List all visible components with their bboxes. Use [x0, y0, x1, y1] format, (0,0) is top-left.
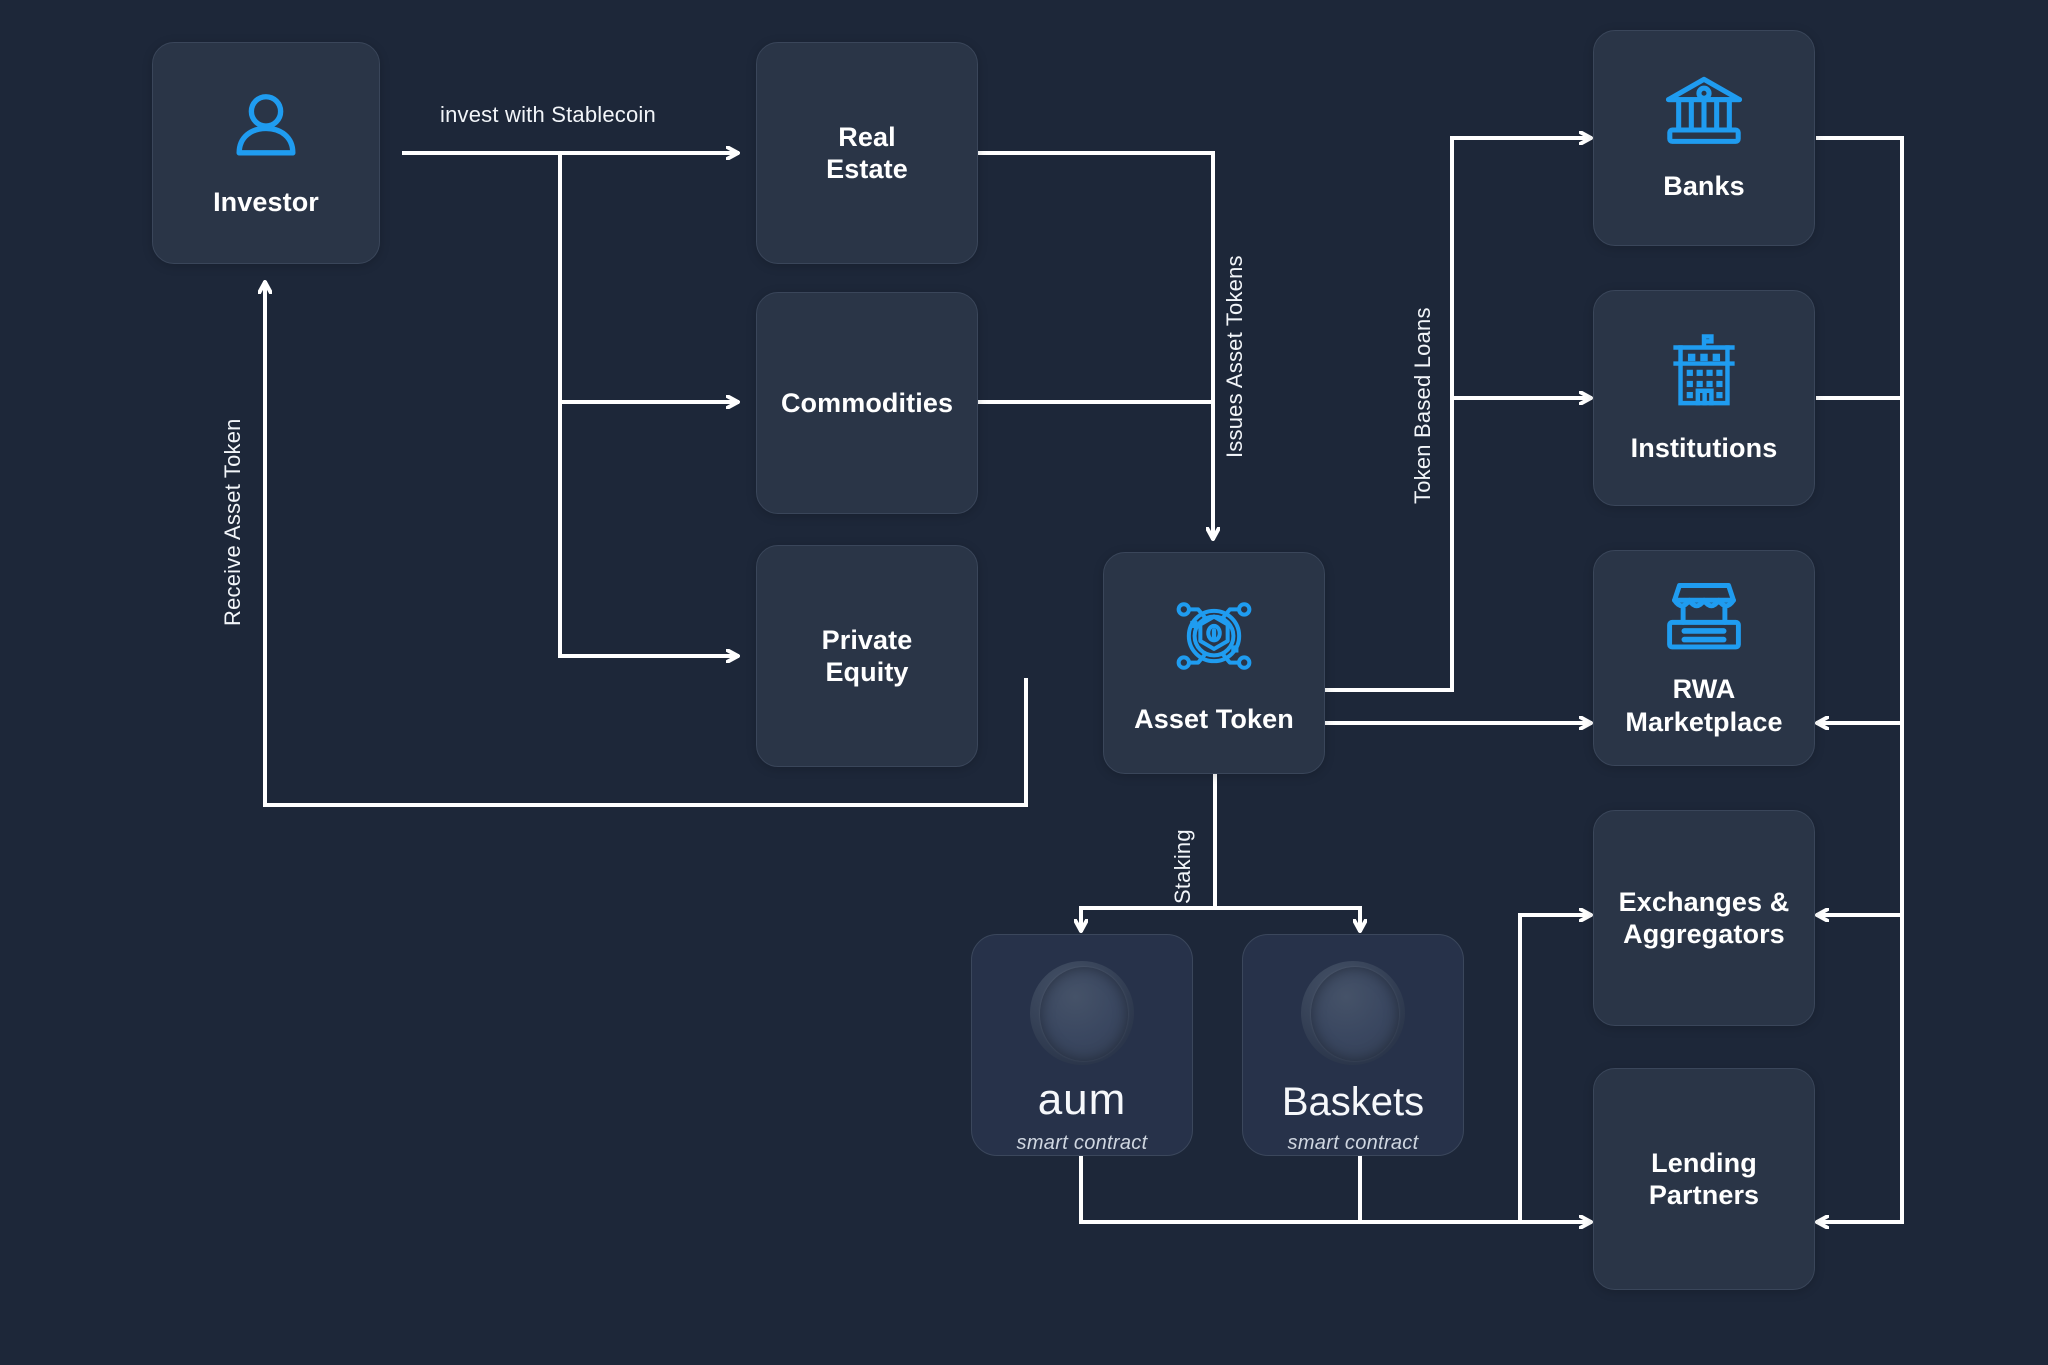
node-investor[interactable]: Investor [152, 42, 380, 264]
node-real-estate[interactable]: Real Estate [756, 42, 978, 264]
diagram-canvas: Investor Real Estate Commodities Private… [0, 0, 2048, 1365]
node-commodities[interactable]: Commodities [756, 292, 978, 514]
edge-label-invest-with-stablecoin: invest with Stablecoin [440, 102, 656, 127]
node-banks[interactable]: Banks [1593, 30, 1815, 246]
node-aum-smart-contract[interactable]: aum smart contract [971, 934, 1193, 1156]
node-private-equity-label: Private Equity [821, 624, 913, 687]
node-institutions-label: Institutions [1630, 433, 1778, 464]
marketplace-icon [1661, 578, 1747, 657]
user-icon [227, 87, 305, 170]
aum-name: aum [1037, 1075, 1127, 1124]
node-commodities-label: Commodities [780, 387, 954, 418]
node-baskets-smart-contract[interactable]: Baskets smart contract [1242, 934, 1464, 1156]
node-banks-label: Banks [1663, 171, 1745, 202]
institution-icon [1662, 331, 1746, 416]
baskets-name: Baskets [1281, 1080, 1425, 1124]
node-asset-token[interactable]: Asset Token [1103, 552, 1325, 774]
edge-label-staking: Staking [1170, 829, 1195, 904]
edge-label-issues-asset-tokens: Issues Asset Tokens [1222, 255, 1247, 458]
orb-icon [1030, 961, 1134, 1065]
aum-subtitle: smart contract [1016, 1132, 1148, 1154]
edge-label-receive-asset-token: Receive Asset Token [220, 418, 245, 626]
edge-label-token-based-loans: Token Based Loans [1410, 307, 1435, 504]
node-exchanges-label: Exchanges & Aggregators [1618, 886, 1790, 949]
node-exchanges-aggregators[interactable]: Exchanges & Aggregators [1593, 810, 1815, 1026]
node-rwa-marketplace[interactable]: RWA Marketplace [1593, 550, 1815, 766]
baskets-subtitle: smart contract [1287, 1132, 1419, 1154]
node-asset-token-label: Asset Token [1134, 704, 1294, 735]
bank-icon [1662, 73, 1746, 154]
node-private-equity[interactable]: Private Equity [756, 545, 978, 767]
asset-token-icon [1168, 590, 1260, 687]
node-real-estate-label: Real Estate [826, 121, 908, 184]
node-rwa-marketplace-label: RWA Marketplace [1625, 674, 1783, 737]
node-lending-partners-label: Lending Partners [1648, 1147, 1760, 1210]
node-lending-partners[interactable]: Lending Partners [1593, 1068, 1815, 1290]
node-investor-label: Investor [213, 187, 319, 218]
orb-icon [1301, 961, 1405, 1065]
node-institutions[interactable]: Institutions [1593, 290, 1815, 506]
